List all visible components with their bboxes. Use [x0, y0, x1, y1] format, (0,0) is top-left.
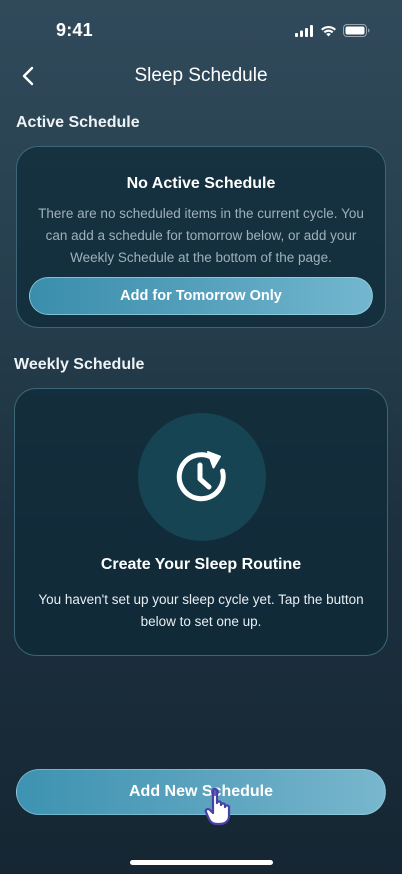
weekly-schedule-description: You haven't set up your sleep cycle yet.… [38, 592, 364, 629]
active-schedule-heading: Active Schedule [16, 114, 140, 131]
weekly-schedule-card: Create Your Sleep Routine You haven't se… [14, 388, 388, 656]
weekly-schedule-heading: Weekly Schedule [14, 356, 145, 373]
status-bar: 9:41 [0, 0, 402, 60]
weekly-schedule-card-title: Create Your Sleep Routine [100, 556, 302, 573]
active-schedule-description: There are no scheduled items in the curr… [38, 206, 364, 265]
add-new-schedule-button[interactable]: Add New Schedule [16, 769, 386, 815]
navigation-bar: Sleep Schedule [0, 56, 402, 96]
signal-icon [295, 24, 314, 37]
battery-icon [343, 24, 370, 37]
page-title: Sleep Schedule [134, 65, 268, 86]
status-time: 9:41 [56, 20, 93, 40]
wifi-icon [320, 25, 337, 37]
add-for-tomorrow-button[interactable]: Add for Tomorrow Only [29, 277, 373, 315]
active-schedule-card-title: No Active Schedule [126, 175, 276, 192]
status-icons [295, 24, 370, 37]
home-indicator[interactable] [130, 860, 273, 865]
active-schedule-card: No Active Schedule There are no schedule… [16, 146, 386, 328]
clock-rotate-icon [176, 451, 226, 502]
clock-icon-circle [138, 413, 266, 541]
